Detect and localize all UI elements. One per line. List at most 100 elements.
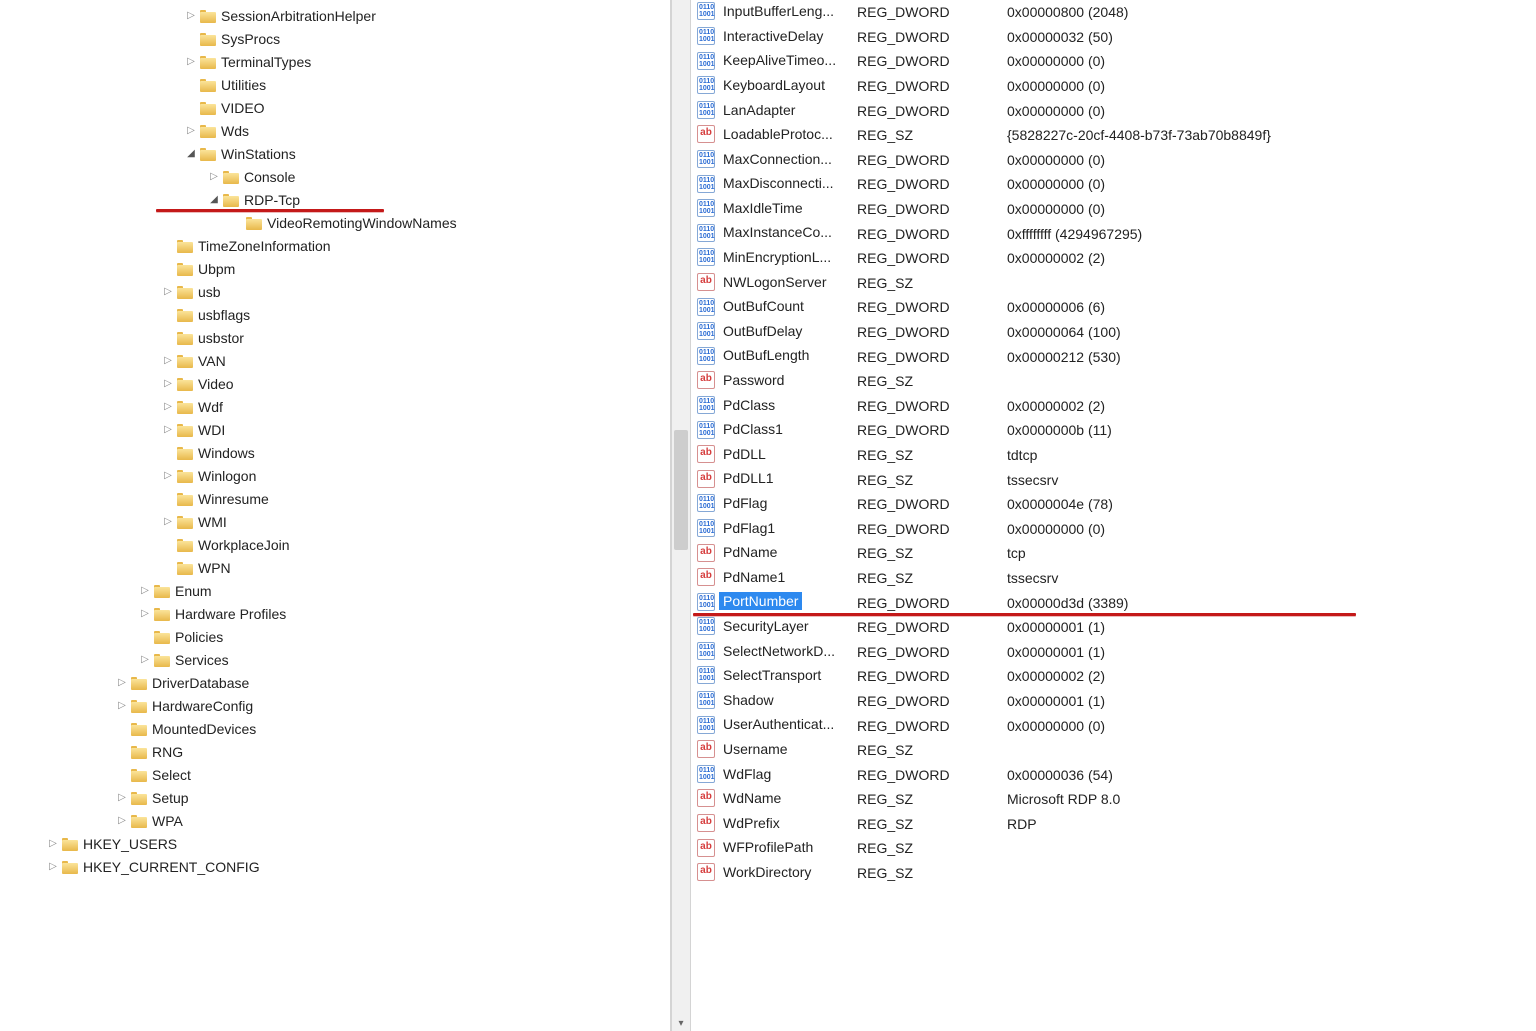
tree-item[interactable]: ▷Setup bbox=[0, 786, 670, 809]
vertical-scrollbar[interactable]: ▾ bbox=[671, 0, 691, 1031]
tree-item[interactable]: ◢WinStations bbox=[0, 142, 670, 165]
registry-value-row[interactable]: PdClassREG_DWORD0x00000002 (2) bbox=[691, 394, 1536, 419]
registry-value-row[interactable]: PdName1REG_SZtssecsrv bbox=[691, 566, 1536, 591]
registry-value-row[interactable]: InputBufferLeng...REG_DWORD0x00000800 (2… bbox=[691, 0, 1536, 25]
registry-value-row[interactable]: WdNameREG_SZMicrosoft RDP 8.0 bbox=[691, 787, 1536, 812]
tree-item[interactable]: ▷DriverDatabase bbox=[0, 671, 670, 694]
value-name-cell[interactable]: Username bbox=[691, 738, 857, 763]
value-name-cell[interactable]: InteractiveDelay bbox=[691, 25, 857, 50]
tree-item[interactable]: ▷Wdf bbox=[0, 395, 670, 418]
registry-value-row[interactable]: PdFlag1REG_DWORD0x00000000 (0) bbox=[691, 516, 1536, 541]
value-name-cell[interactable]: SelectNetworkD... bbox=[691, 639, 857, 664]
registry-value-row[interactable]: WFProfilePathREG_SZ bbox=[691, 836, 1536, 861]
tree-item[interactable]: ▷Wds bbox=[0, 119, 670, 142]
tree-item[interactable]: ◢RDP-Tcp bbox=[0, 188, 670, 211]
registry-value-row[interactable]: WorkDirectoryREG_SZ bbox=[691, 861, 1536, 886]
tree-item[interactable]: ·Winresume bbox=[0, 487, 670, 510]
tree-item[interactable]: ·Utilities bbox=[0, 73, 670, 96]
registry-value-row[interactable]: KeyboardLayoutREG_DWORD0x00000000 (0) bbox=[691, 74, 1536, 99]
expand-icon[interactable]: ▷ bbox=[138, 653, 152, 667]
value-name-cell[interactable]: PdClass1 bbox=[691, 418, 857, 443]
value-name-cell[interactable]: PdClass bbox=[691, 394, 857, 419]
expand-icon[interactable]: ▷ bbox=[161, 285, 175, 299]
tree-item[interactable]: ▷SessionArbitrationHelper bbox=[0, 4, 670, 27]
tree-item[interactable]: ▷HKEY_CURRENT_CONFIG bbox=[0, 855, 670, 878]
expand-icon[interactable]: ▷ bbox=[46, 837, 60, 851]
tree-item[interactable]: ·VideoRemotingWindowNames bbox=[0, 211, 670, 234]
registry-value-row[interactable]: UsernameREG_SZ bbox=[691, 738, 1536, 763]
tree-item[interactable]: ·TimeZoneInformation bbox=[0, 234, 670, 257]
registry-value-row[interactable]: OutBufLengthREG_DWORD0x00000212 (530) bbox=[691, 344, 1536, 369]
registry-value-row[interactable]: PdDLLREG_SZtdtcp bbox=[691, 443, 1536, 468]
tree-item[interactable]: ▷HardwareConfig bbox=[0, 694, 670, 717]
value-name-cell[interactable]: PdDLL bbox=[691, 443, 857, 468]
value-name-cell[interactable]: MaxInstanceCo... bbox=[691, 221, 857, 246]
value-name-cell[interactable]: WFProfilePath bbox=[691, 836, 857, 861]
value-name-cell[interactable]: SecurityLayer bbox=[691, 615, 857, 640]
tree-item[interactable]: ·Select bbox=[0, 763, 670, 786]
value-name-cell[interactable]: Password bbox=[691, 369, 857, 394]
tree-item[interactable]: ▷Hardware Profiles bbox=[0, 602, 670, 625]
tree-item[interactable]: ·usbflags bbox=[0, 303, 670, 326]
scroll-down-arrow[interactable]: ▾ bbox=[672, 1015, 690, 1031]
registry-value-row[interactable]: PortNumberREG_DWORD0x00000d3d (3389) bbox=[691, 590, 1536, 615]
registry-tree-pane[interactable]: ▷SessionArbitrationHelper·SysProcs▷Termi… bbox=[0, 0, 671, 1031]
value-name-cell[interactable]: KeyboardLayout bbox=[691, 74, 857, 99]
value-name-cell[interactable]: MaxDisconnecti... bbox=[691, 172, 857, 197]
registry-value-row[interactable]: InteractiveDelayREG_DWORD0x00000032 (50) bbox=[691, 25, 1536, 50]
value-name-cell[interactable]: KeepAliveTimeo... bbox=[691, 49, 857, 74]
tree-item[interactable]: ·VIDEO bbox=[0, 96, 670, 119]
registry-value-row[interactable]: WdPrefixREG_SZRDP bbox=[691, 812, 1536, 837]
registry-value-row[interactable]: OutBufCountREG_DWORD0x00000006 (6) bbox=[691, 295, 1536, 320]
registry-value-row[interactable]: MaxConnection...REG_DWORD0x00000000 (0) bbox=[691, 148, 1536, 173]
expand-icon[interactable]: ▷ bbox=[115, 791, 129, 805]
collapse-icon[interactable]: ◢ bbox=[184, 147, 198, 161]
tree-item[interactable]: ▷Console bbox=[0, 165, 670, 188]
expand-icon[interactable]: ▷ bbox=[138, 584, 152, 598]
registry-value-row[interactable]: PdNameREG_SZtcp bbox=[691, 541, 1536, 566]
value-name-cell[interactable]: Shadow bbox=[691, 689, 857, 714]
value-name-cell[interactable]: PdName1 bbox=[691, 566, 857, 591]
value-name-cell[interactable]: InputBufferLeng... bbox=[691, 0, 857, 25]
registry-value-row[interactable]: UserAuthenticat...REG_DWORD0x00000000 (0… bbox=[691, 713, 1536, 738]
tree-item[interactable]: ▷HKEY_USERS bbox=[0, 832, 670, 855]
registry-value-row[interactable]: SelectNetworkD...REG_DWORD0x00000001 (1) bbox=[691, 639, 1536, 664]
scrollbar-thumb[interactable] bbox=[674, 430, 688, 550]
expand-icon[interactable]: ▷ bbox=[184, 124, 198, 138]
expand-icon[interactable]: ▷ bbox=[207, 170, 221, 184]
value-name-cell[interactable]: OutBufDelay bbox=[691, 320, 857, 345]
collapse-icon[interactable]: ◢ bbox=[207, 193, 221, 207]
tree-item[interactable]: ·Policies bbox=[0, 625, 670, 648]
registry-value-row[interactable]: LanAdapterREG_DWORD0x00000000 (0) bbox=[691, 98, 1536, 123]
expand-icon[interactable]: ▷ bbox=[161, 400, 175, 414]
value-name-cell[interactable]: LoadableProtoc... bbox=[691, 123, 857, 148]
registry-value-row[interactable]: PasswordREG_SZ bbox=[691, 369, 1536, 394]
value-name-cell[interactable]: NWLogonServer bbox=[691, 271, 857, 296]
value-name-cell[interactable]: PdFlag1 bbox=[691, 516, 857, 541]
value-name-cell[interactable]: WorkDirectory bbox=[691, 861, 857, 886]
expand-icon[interactable]: ▷ bbox=[161, 469, 175, 483]
tree-item[interactable]: ▷WPA bbox=[0, 809, 670, 832]
tree-item[interactable]: ·SysProcs bbox=[0, 27, 670, 50]
expand-icon[interactable]: ▷ bbox=[46, 860, 60, 874]
expand-icon[interactable]: ▷ bbox=[115, 814, 129, 828]
tree-item[interactable]: ▷VAN bbox=[0, 349, 670, 372]
registry-value-row[interactable]: SelectTransportREG_DWORD0x00000002 (2) bbox=[691, 664, 1536, 689]
registry-value-row[interactable]: MaxDisconnecti...REG_DWORD0x00000000 (0) bbox=[691, 172, 1536, 197]
registry-value-row[interactable]: MinEncryptionL...REG_DWORD0x00000002 (2) bbox=[691, 246, 1536, 271]
tree-item[interactable]: ·Ubpm bbox=[0, 257, 670, 280]
expand-icon[interactable]: ▷ bbox=[184, 9, 198, 23]
registry-value-row[interactable]: PdDLL1REG_SZtssecsrv bbox=[691, 467, 1536, 492]
value-name-cell[interactable]: PdName bbox=[691, 541, 857, 566]
tree-item[interactable]: ·Windows bbox=[0, 441, 670, 464]
value-name-cell[interactable]: MaxIdleTime bbox=[691, 197, 857, 222]
tree-item[interactable]: ▷usb bbox=[0, 280, 670, 303]
value-name-cell[interactable]: MinEncryptionL... bbox=[691, 246, 857, 271]
registry-value-row[interactable]: LoadableProtoc...REG_SZ{5828227c-20cf-44… bbox=[691, 123, 1536, 148]
value-name-cell[interactable]: SelectTransport bbox=[691, 664, 857, 689]
value-name-cell[interactable]: MaxConnection... bbox=[691, 148, 857, 173]
registry-value-row[interactable]: KeepAliveTimeo...REG_DWORD0x00000000 (0) bbox=[691, 49, 1536, 74]
tree-item[interactable]: ·WorkplaceJoin bbox=[0, 533, 670, 556]
value-name-cell[interactable]: LanAdapter bbox=[691, 98, 857, 123]
value-name-cell[interactable]: OutBufCount bbox=[691, 295, 857, 320]
